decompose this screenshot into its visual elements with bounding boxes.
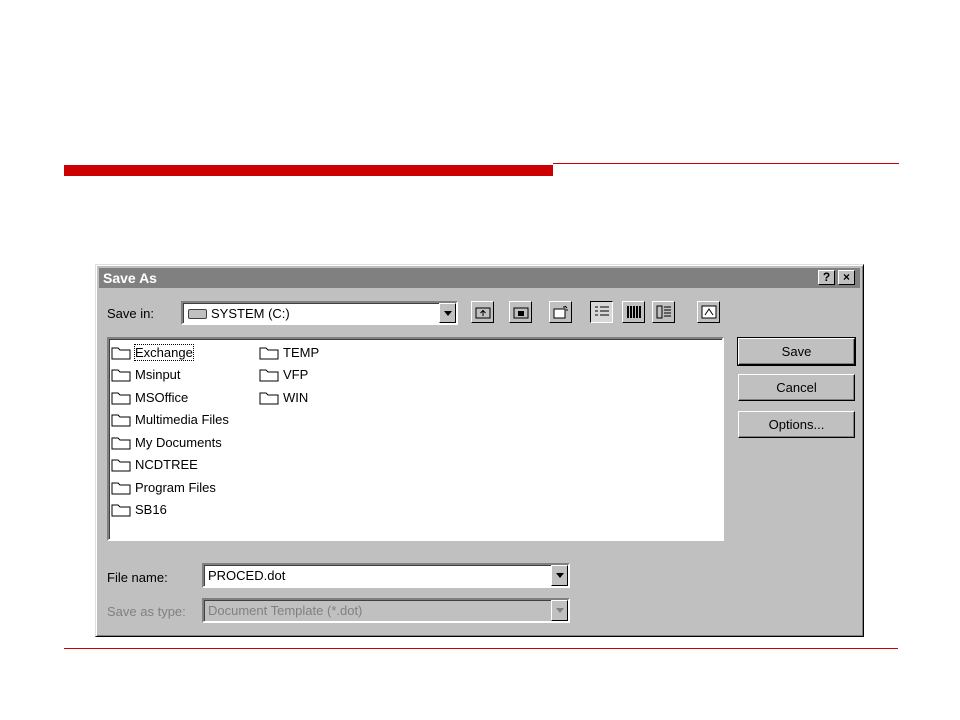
folder-icon [259, 369, 279, 382]
commands-button[interactable] [697, 301, 720, 323]
file-name-dropdown-arrow[interactable] [551, 565, 568, 586]
new-folder-icon [513, 307, 529, 319]
save-as-type-label: Save as type: [107, 604, 186, 619]
folder-icon [259, 347, 279, 360]
folder-icon [111, 392, 131, 405]
save-button[interactable]: Save [737, 337, 856, 366]
save-as-type-dropdown[interactable]: Document Template (*.dot) [202, 598, 570, 623]
folder-icon [111, 504, 131, 517]
save-as-dialog: Save As ? × Save in: SYSTEM (C:) Exchang… [95, 264, 864, 637]
dialog-title: Save As [103, 270, 157, 286]
options-button[interactable]: Options... [738, 411, 855, 438]
file-name-value: PROCED.dot [208, 568, 286, 583]
folder-icon [111, 369, 131, 382]
dialog-titlebar[interactable]: Save As ? × [99, 268, 860, 288]
save-in-label: Save in: [107, 306, 154, 321]
help-button[interactable]: ? [818, 270, 835, 285]
save-in-dropdown-arrow[interactable] [439, 303, 456, 323]
folder-icon [259, 392, 279, 405]
folder-icon [111, 414, 131, 427]
file-list[interactable]: Exchange Msinput MSOffice Multimedia Fil… [107, 337, 724, 541]
cancel-button[interactable]: Cancel [738, 374, 855, 401]
save-in-value: SYSTEM (C:) [211, 306, 290, 321]
file-name-label: File name: [107, 570, 168, 585]
up-folder-icon [475, 307, 491, 319]
save-as-type-dropdown-arrow[interactable] [551, 600, 568, 621]
title-accent-bar [64, 165, 553, 176]
drive-icon [188, 309, 207, 319]
folder-icon [111, 347, 131, 360]
new-folder-button[interactable] [509, 301, 532, 323]
desktop-icon [553, 305, 568, 319]
details-view-button[interactable] [622, 301, 645, 323]
desktop-button[interactable] [549, 301, 572, 323]
up-one-level-button[interactable] [471, 301, 494, 323]
folder-icon [111, 482, 131, 495]
file-name-input[interactable]: PROCED.dot [202, 563, 570, 588]
folder-icon [111, 459, 131, 472]
properties-view-button[interactable] [652, 301, 675, 323]
footer-rule [64, 648, 898, 649]
title-rule [553, 163, 899, 164]
details-view-icon [627, 306, 641, 318]
folder-icon [111, 437, 131, 450]
list-view-button[interactable] [590, 301, 613, 323]
properties-view-icon [656, 305, 671, 319]
close-button[interactable]: × [838, 270, 855, 285]
save-as-type-value: Document Template (*.dot) [208, 603, 363, 618]
list-view-icon [595, 306, 609, 316]
save-in-dropdown[interactable]: SYSTEM (C:) [181, 301, 458, 325]
commands-icon [701, 305, 717, 319]
